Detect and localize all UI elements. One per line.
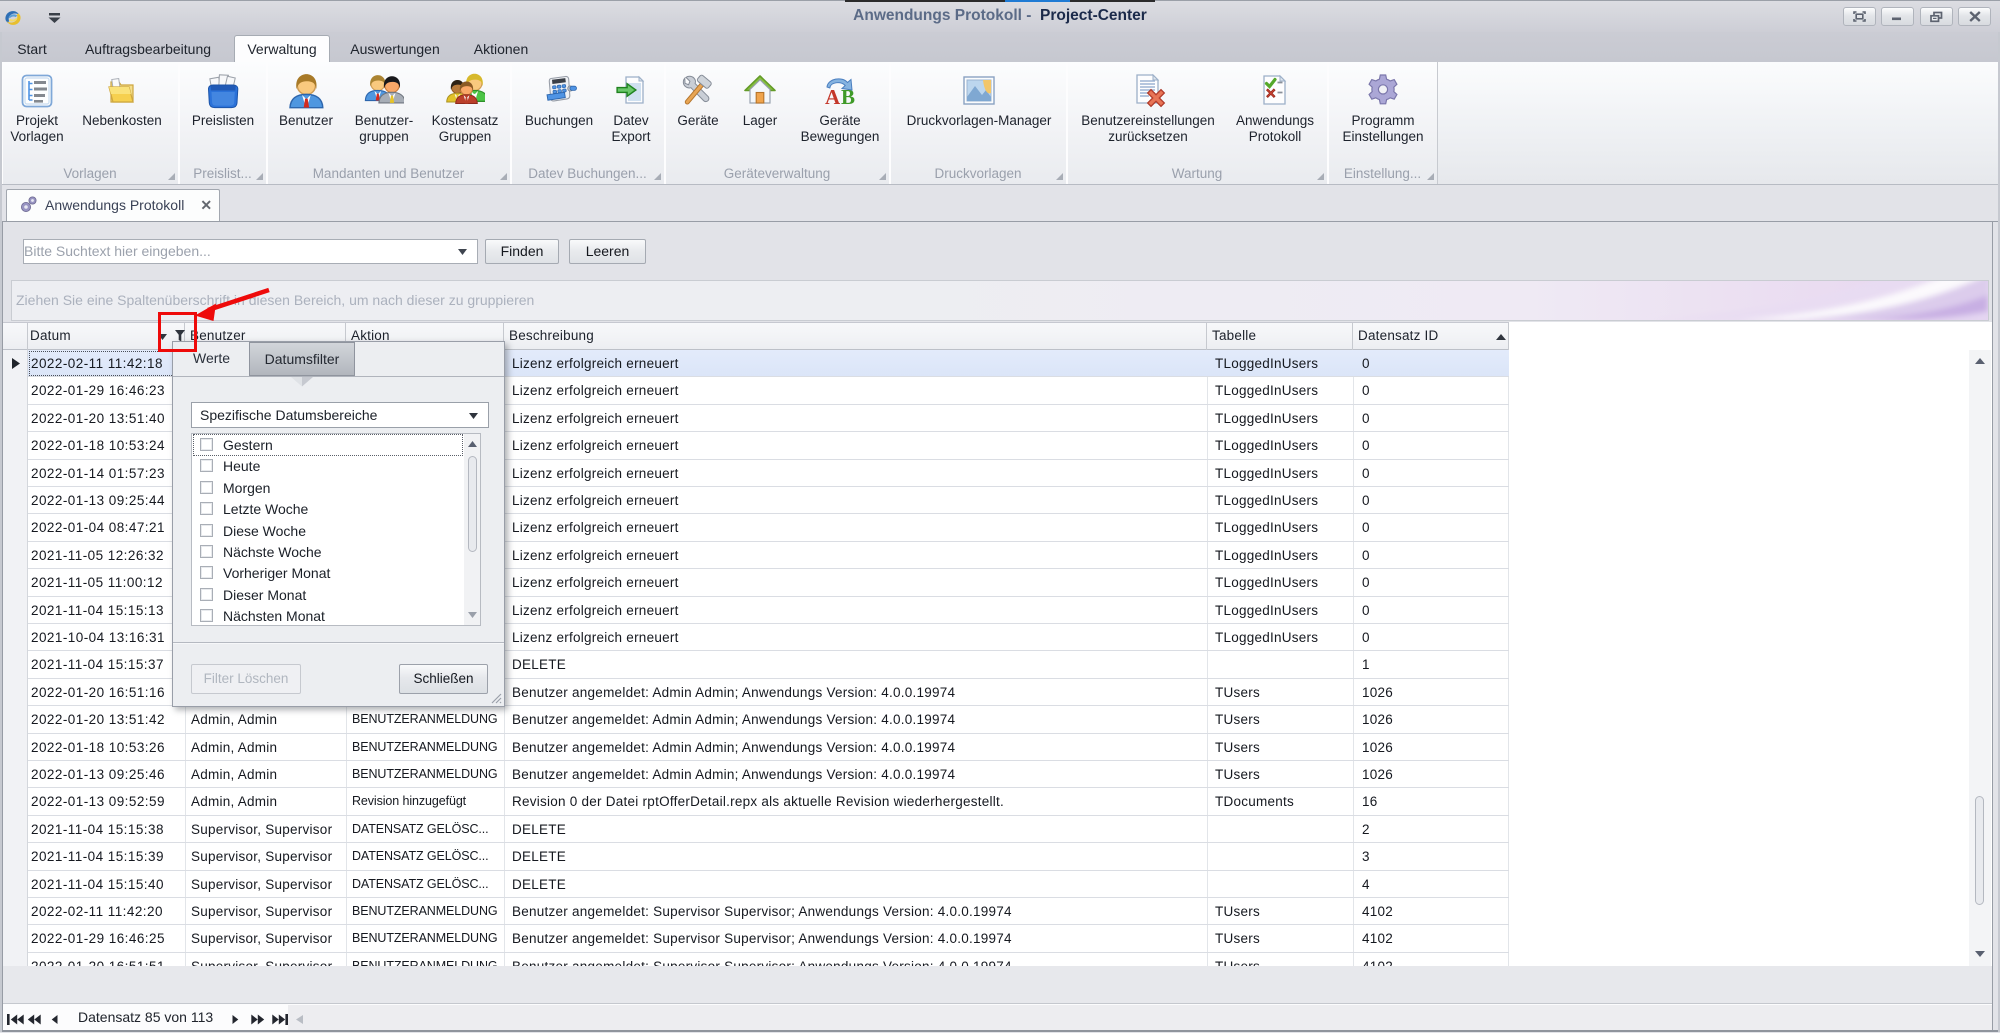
svg-text:A: A: [825, 85, 841, 108]
svg-text:B: B: [841, 85, 855, 108]
